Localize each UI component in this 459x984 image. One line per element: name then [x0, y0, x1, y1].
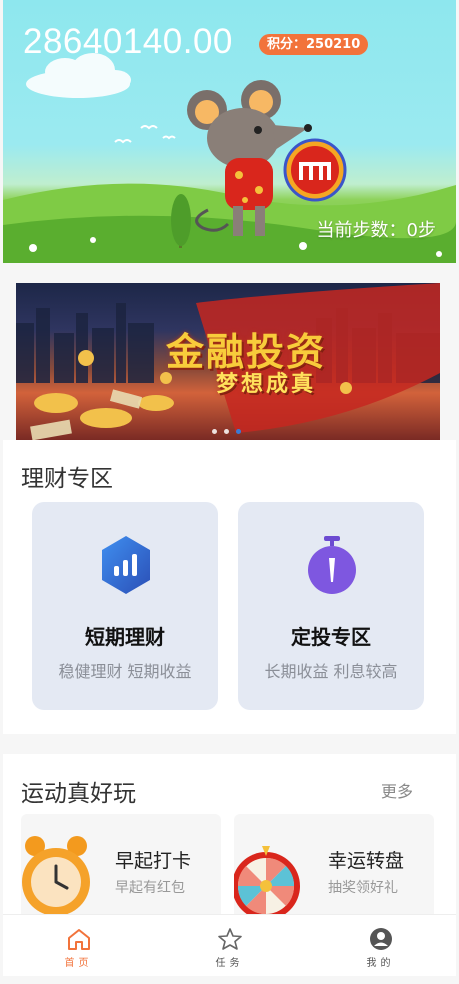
short-term-finance-card[interactable]: 短期理财 稳健理财 短期收益: [32, 502, 218, 710]
tab-label: 首页: [64, 958, 93, 969]
card-subtitle: 早起有红包: [115, 880, 185, 896]
fixed-investment-card[interactable]: 定投专区 长期收益 利息较高: [238, 502, 424, 710]
card-subtitle: 长期收益 利息较高: [264, 662, 398, 681]
prize-wheel-icon: [234, 846, 300, 914]
birds-icon: [114, 125, 176, 144]
page: 28640140.00 积分：250210 当前步数：0步 金融投资 梦想成真: [0, 0, 459, 984]
tab-profile[interactable]: 我的: [305, 915, 456, 976]
carousel-indicators: [212, 429, 241, 434]
sports-section-title: 运动真好玩: [21, 781, 136, 807]
stopwatch-icon: [308, 536, 356, 594]
lucky-wheel-card[interactable]: 幸运转盘 抽奖领好礼: [234, 814, 434, 914]
carousel-dot[interactable]: [224, 429, 229, 434]
tab-home[interactable]: 首页: [3, 915, 154, 976]
banner-subline: 梦想成真: [216, 372, 317, 397]
hero-banner: 28640140.00 积分：250210 当前步数：0步: [3, 0, 456, 263]
more-link[interactable]: 更多: [381, 778, 413, 802]
user-icon: [369, 928, 392, 950]
points-badge: 积分：250210: [259, 34, 369, 55]
card-title: 定投专区: [291, 625, 371, 649]
step-count: 当前步数：0步: [316, 220, 436, 241]
tab-label: 我的: [366, 958, 395, 969]
coin-icon: [283, 138, 347, 202]
card-subtitle: 稳健理财 短期收益: [58, 662, 192, 681]
finance-section: 理财专区 短期理财 稳健理财 短期收益 定投专区 长期收益 利息较高: [3, 440, 456, 734]
home-icon: [67, 929, 90, 950]
tab-tasks[interactable]: 任务: [154, 915, 305, 976]
carousel-dot[interactable]: [212, 429, 217, 434]
bar-chart-hexagon-icon: [102, 536, 150, 594]
card-title: 早起打卡: [115, 850, 192, 872]
balance-amount: 28640140.00: [23, 22, 233, 61]
sports-section: 运动真好玩 更多 早起打卡 早起有红包 幸运转盘 抽奖领好礼: [3, 754, 456, 914]
bottom-tab-bar: 首页 任务 我的: [3, 914, 456, 976]
promo-carousel[interactable]: 金融投资 梦想成真: [16, 283, 440, 440]
card-title: 短期理财: [85, 625, 165, 649]
early-checkin-card[interactable]: 早起打卡 早起有红包: [21, 814, 221, 914]
alarm-clock-icon: [22, 836, 90, 914]
card-title: 幸运转盘: [328, 850, 405, 872]
card-subtitle: 抽奖领好礼: [328, 880, 398, 896]
carousel-dot-active[interactable]: [236, 429, 241, 434]
finance-section-title: 理财专区: [21, 466, 113, 492]
tab-label: 任务: [215, 958, 244, 969]
star-icon: [217, 928, 242, 950]
